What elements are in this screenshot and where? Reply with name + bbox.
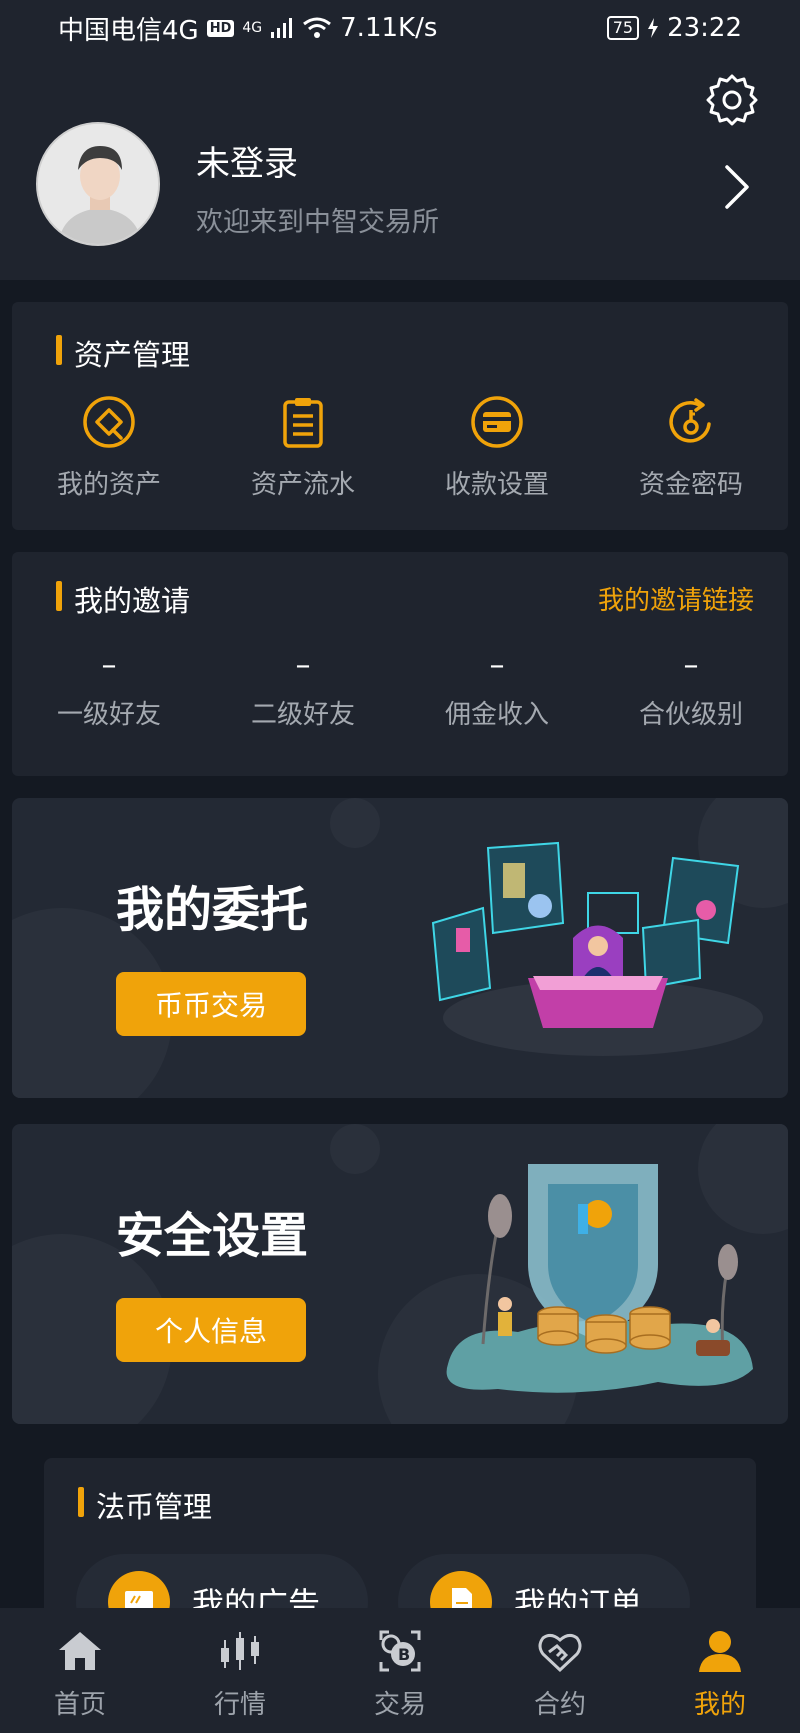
wifi-icon bbox=[303, 17, 332, 38]
entrust-banner[interactable]: 我的委托 币币交易 bbox=[12, 798, 788, 1098]
gear-icon[interactable] bbox=[706, 74, 758, 126]
my-assets-button[interactable]: 我的资产 bbox=[12, 394, 206, 501]
asset-flow-button[interactable]: 资产流水 bbox=[206, 394, 400, 501]
invitation-card: 我的邀请 我的邀请链接 – 一级好友 – 二级好友 – 佣金收入 – 合伙级别 bbox=[12, 552, 788, 776]
my-assets-label: 我的资产 bbox=[56, 470, 161, 500]
handshake-icon bbox=[538, 1633, 582, 1673]
stat-label: 佣金收入 bbox=[444, 700, 549, 730]
trading-desk-illustration bbox=[431, 841, 763, 1056]
invite-link-button[interactable]: 我的邀请链接 bbox=[598, 580, 754, 617]
stat-label: 二级好友 bbox=[250, 700, 355, 730]
hd-badge: HD bbox=[206, 19, 235, 37]
fiat-management-title: 法币管理 bbox=[78, 1484, 212, 1526]
nav-contract[interactable]: 合约 bbox=[480, 1608, 640, 1733]
chevron-right-icon[interactable] bbox=[722, 162, 752, 212]
home-icon bbox=[59, 1632, 101, 1670]
card-icon bbox=[471, 396, 523, 448]
bitcoin-exchange-icon: B bbox=[379, 1630, 421, 1672]
key-lock-icon bbox=[669, 398, 711, 443]
stat-partner-level[interactable]: – 合伙级别 bbox=[594, 648, 788, 731]
nav-home-label: 首页 bbox=[53, 1690, 106, 1720]
stat-label: 合伙级别 bbox=[638, 700, 743, 730]
stat-value: – bbox=[295, 648, 311, 683]
fund-password-button[interactable]: 资金密码 bbox=[594, 394, 788, 501]
assets-icon bbox=[83, 396, 135, 448]
network-speed: 7.11K/s bbox=[340, 13, 438, 43]
nav-home[interactable]: 首页 bbox=[0, 1608, 160, 1733]
bottom-nav: 首页 行情 B 交易 合约 我的 bbox=[0, 1608, 800, 1733]
asset-flow-label: 资产流水 bbox=[250, 470, 355, 500]
nav-contract-label: 合约 bbox=[533, 1690, 586, 1720]
clipboard-icon bbox=[283, 398, 323, 448]
nav-trade[interactable]: B 交易 bbox=[320, 1608, 480, 1733]
stat-first-level-friends[interactable]: – 一级好友 bbox=[12, 648, 206, 731]
invitation-title: 我的邀请 bbox=[56, 578, 190, 620]
status-bar: 中国电信4G HD 4G 7.11K/s 75 23:22 bbox=[0, 0, 800, 56]
personal-info-button[interactable]: 个人信息 bbox=[116, 1298, 306, 1362]
security-vault-illustration bbox=[446, 1164, 753, 1393]
nav-market[interactable]: 行情 bbox=[160, 1608, 320, 1733]
charging-icon bbox=[648, 18, 659, 38]
stat-value: – bbox=[489, 648, 505, 683]
avatar-placeholder-icon bbox=[38, 124, 158, 244]
carrier-text: 中国电信4G bbox=[58, 15, 199, 46]
signal-icon bbox=[271, 18, 293, 38]
user-name[interactable]: 未登录 bbox=[196, 136, 298, 185]
security-title: 安全设置 bbox=[116, 1208, 309, 1264]
security-banner[interactable]: 安全设置 个人信息 bbox=[12, 1124, 788, 1424]
stat-value: – bbox=[683, 648, 699, 683]
clock: 23:22 bbox=[667, 13, 742, 43]
payment-settings-label: 收款设置 bbox=[444, 470, 549, 500]
profile-header[interactable]: 未登录 欢迎来到中智交易所 bbox=[0, 56, 800, 280]
network-label: 4G bbox=[242, 20, 263, 36]
candlestick-icon bbox=[221, 1632, 259, 1670]
svg-text:B: B bbox=[398, 1645, 410, 1664]
asset-management-title: 资产管理 bbox=[56, 332, 190, 374]
nav-mine-label: 我的 bbox=[693, 1690, 746, 1720]
stat-commission-income[interactable]: – 佣金收入 bbox=[400, 648, 594, 731]
avatar[interactable] bbox=[36, 122, 160, 246]
fiat-management-card: 法币管理 我的广告 我的订单 bbox=[44, 1458, 756, 1618]
welcome-text: 欢迎来到中智交易所 bbox=[196, 207, 439, 238]
user-icon bbox=[699, 1631, 741, 1672]
battery-level: 75 bbox=[606, 16, 640, 40]
nav-mine[interactable]: 我的 bbox=[640, 1608, 800, 1733]
entrust-title: 我的委托 bbox=[116, 882, 309, 938]
nav-market-label: 行情 bbox=[213, 1690, 266, 1720]
fund-password-label: 资金密码 bbox=[638, 470, 743, 500]
stat-second-level-friends[interactable]: – 二级好友 bbox=[206, 648, 400, 731]
asset-management-card: 资产管理 我的资产 资产流水 收款设置 资金密码 bbox=[12, 302, 788, 530]
decor-circle bbox=[330, 798, 380, 848]
coin-trade-button[interactable]: 币币交易 bbox=[116, 972, 306, 1036]
payment-settings-button[interactable]: 收款设置 bbox=[400, 394, 594, 501]
stat-label: 一级好友 bbox=[56, 700, 161, 730]
decor-circle bbox=[330, 1124, 380, 1174]
stat-value: – bbox=[101, 648, 117, 683]
nav-trade-label: 交易 bbox=[373, 1690, 426, 1720]
